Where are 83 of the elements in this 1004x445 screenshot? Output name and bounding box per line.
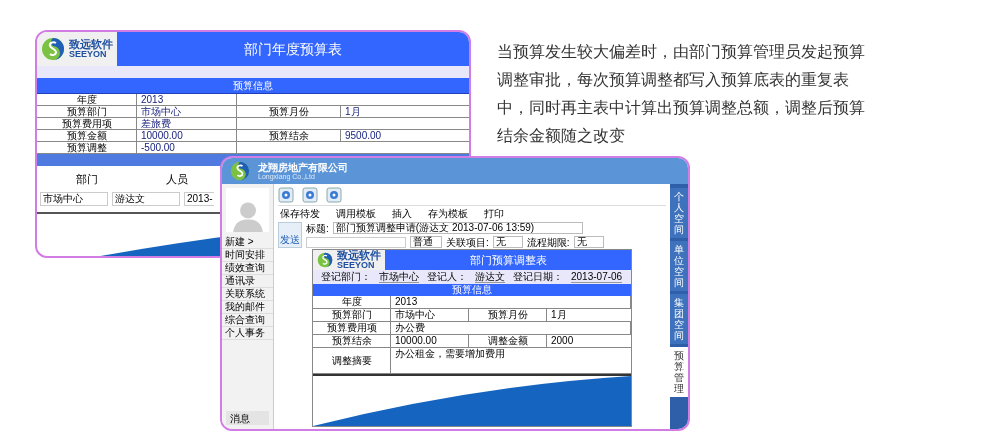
gear-icon[interactable]: [326, 186, 342, 203]
avatar-placeholder: [226, 188, 269, 232]
table-cell: 预算费用项: [37, 118, 137, 129]
table-cell: 10000.00: [137, 130, 237, 141]
table-cell: 调整摘要: [313, 348, 391, 373]
input-field[interactable]: 1月: [547, 309, 631, 321]
table-cell-text: 9500.00: [344, 130, 383, 141]
table-cell: 预算部门: [37, 106, 137, 117]
gear-icon[interactable]: [302, 186, 318, 203]
logo-name: 致远软件: [69, 39, 113, 50]
sidebar-item[interactable]: 绩效查询: [222, 262, 273, 275]
table-cell: -500.00: [137, 142, 237, 153]
toolbar-action[interactable]: 打印: [482, 206, 506, 221]
swirl-logo-icon: [230, 161, 250, 181]
table-cell: 预算月份: [237, 106, 341, 117]
table-cell-text: 1月: [344, 106, 362, 117]
column-header: 人员: [165, 171, 189, 187]
side-tab[interactable]: 个人空间: [670, 188, 688, 238]
field-value: 市场中心: [379, 271, 419, 283]
table-cell: 年度: [37, 94, 137, 105]
field-value: 2013-07-06: [571, 271, 623, 283]
input-field[interactable]: 游达文: [112, 192, 180, 206]
toolbar-action[interactable]: 保存待发: [278, 206, 322, 221]
swirl-logo-icon: [317, 252, 333, 268]
table-cell: 调整金额: [469, 335, 547, 347]
select-field[interactable]: 无: [573, 236, 604, 248]
toolbar-action[interactable]: 插入: [390, 206, 414, 221]
field-label: 流程期限:: [526, 235, 570, 250]
subject-field[interactable]: 部门预算调整申请(游达文 2013-07-06 13:59): [332, 222, 583, 234]
table-cell: 预算费用项: [313, 322, 391, 334]
table-cell: 预算结余: [237, 130, 341, 141]
company-name: 龙翔房地产有限公司: [258, 162, 348, 173]
table-cell: 差旅费: [137, 118, 237, 129]
workflow-field[interactable]: [306, 236, 406, 248]
summary-field[interactable]: 办公租金，需要增加费用: [391, 348, 631, 373]
table-cell: 预算月份: [469, 309, 547, 321]
input-field[interactable]: 市场中心: [40, 192, 108, 206]
send-button[interactable]: 发送: [278, 222, 302, 248]
field-value: 游达文: [475, 271, 505, 283]
sidebar-item[interactable]: 综合查询: [222, 314, 273, 327]
input-field[interactable]: 2013: [391, 296, 631, 308]
table-cell: 市场中心: [137, 106, 237, 117]
input-field[interactable]: 市场中心: [391, 309, 469, 321]
toolbar-action[interactable]: 调用模板: [334, 206, 378, 221]
table-cell: 2013: [137, 94, 237, 105]
swirl-logo-icon: [41, 37, 65, 61]
logo-name: 致远软件: [337, 250, 381, 261]
side-tab[interactable]: 预算管理: [670, 347, 688, 397]
message-button[interactable]: 消息: [226, 411, 269, 425]
table-cell: 预算调整: [37, 142, 137, 153]
form-title-bar: 部门年度预算表: [117, 32, 469, 66]
form-title-bar: 部门预算调整表: [385, 250, 631, 270]
gear-icon[interactable]: [278, 186, 294, 203]
sidebar-item[interactable]: 关联系统: [222, 288, 273, 301]
field-label: 登记部门：: [321, 272, 371, 282]
sidebar-item[interactable]: 我的邮件: [222, 301, 273, 314]
field-label: 关联项目:: [446, 235, 489, 250]
priority-select[interactable]: 普通: [410, 236, 442, 248]
side-tab[interactable]: 单位空间: [670, 241, 688, 291]
description-text: 当预算发生较大偏差时，由部门预算管理员发起预算调整审批，每次预算调整都写入预算底表的重复表中，同时再主表中计算出预算调整总额，调整后预算结余金额随之改变: [497, 42, 866, 146]
table-cell: 预算金额: [37, 130, 137, 141]
sidebar-item[interactable]: 时间安排: [222, 249, 273, 262]
input-field[interactable]: 2000: [547, 335, 631, 347]
input-field[interactable]: 10000.00: [391, 335, 469, 347]
select-field[interactable]: 无: [492, 236, 523, 248]
table-cell: 年度: [313, 296, 391, 308]
sidebar-item[interactable]: 新建 >: [222, 236, 273, 249]
column-header: 部门: [75, 171, 99, 187]
sidebar-item[interactable]: 个人事务: [222, 327, 273, 340]
field-label: 登记人：: [427, 272, 467, 282]
section-header: 预算信息: [37, 78, 469, 94]
field-label: 标题:: [306, 221, 329, 236]
logo-latin: SEEYON: [69, 50, 107, 59]
toolbar-action[interactable]: 存为模板: [426, 206, 470, 221]
field-label: 登记日期：: [513, 272, 563, 282]
section-header: 预算信息: [313, 284, 631, 296]
logo-latin: SEEYON: [337, 261, 375, 270]
input-field[interactable]: 办公费: [391, 322, 631, 334]
table-cell: 预算结余: [313, 335, 391, 347]
sidebar-item[interactable]: 通讯录: [222, 275, 273, 288]
table-cell: 预算部门: [313, 309, 391, 321]
side-tab[interactable]: 集团空间: [670, 294, 688, 344]
input-field[interactable]: 2013-: [184, 192, 214, 206]
